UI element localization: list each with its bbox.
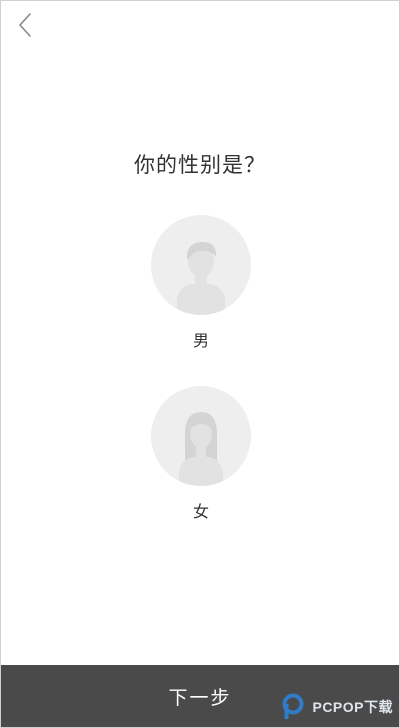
pcpop-logo-icon — [282, 693, 304, 719]
gender-selection-screen: 你的性别是？ 男 女 下一步 PCPOP下载 — [0, 0, 400, 728]
gender-option-female-label: 女 — [192, 502, 209, 521]
watermark: PCPOP下载 — [282, 693, 393, 721]
watermark-text: PCPOP下载 — [312, 699, 393, 715]
page-title: 你的性别是？ — [134, 153, 266, 177]
female-avatar-icon[interactable] — [151, 386, 251, 486]
chevron-left-icon — [19, 13, 31, 37]
male-avatar-icon[interactable] — [151, 215, 251, 315]
gender-option-male[interactable]: 男 — [151, 215, 251, 351]
gender-option-female[interactable]: 女 — [151, 386, 251, 522]
back-button[interactable] — [11, 9, 39, 41]
next-button-label: 下一步 — [168, 686, 232, 709]
gender-option-male-label: 男 — [192, 331, 209, 350]
